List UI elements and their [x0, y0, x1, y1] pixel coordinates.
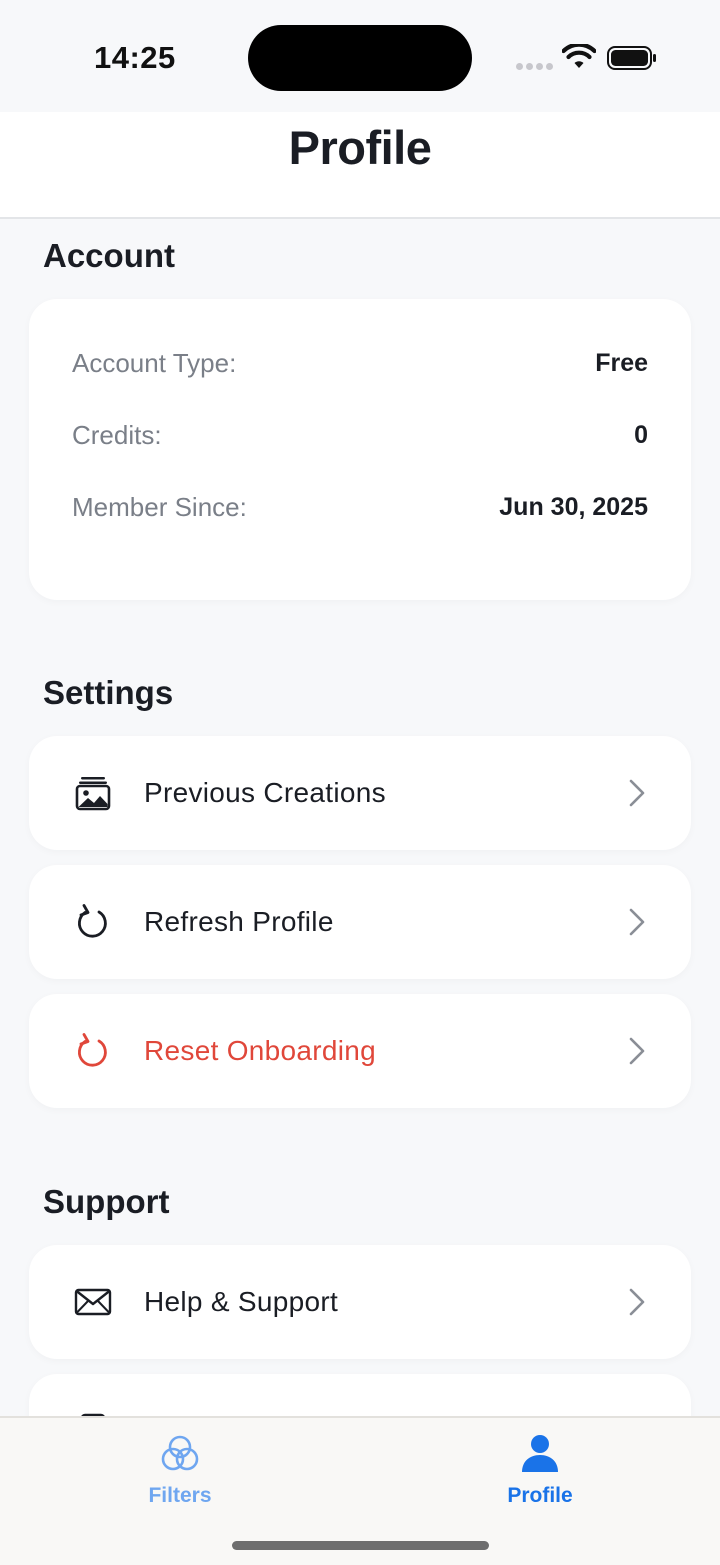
reset-onboarding-label: Reset Onboarding: [144, 1035, 377, 1066]
account-info-card: Account Type: Free Credits: 0 Member Sin…: [29, 299, 691, 600]
wifi-icon: [562, 44, 596, 68]
member-since-row: Member Since: Jun 30, 2025: [72, 487, 648, 527]
previous-creations-button[interactable]: Previous Creations: [29, 736, 691, 850]
member-since-value: Jun 30, 2025: [499, 492, 648, 521]
status-bar: 14:25: [0, 0, 720, 112]
nav-header: Profile: [0, 112, 720, 219]
dynamic-island: [248, 25, 472, 91]
person-icon: [522, 1435, 558, 1472]
refresh-profile-button[interactable]: Refresh Profile: [29, 865, 691, 979]
envelope-icon: [73, 1282, 113, 1322]
credits-row: Credits: 0: [72, 415, 648, 455]
account-type-value: Free: [595, 348, 648, 377]
tab-filters-label: Filters: [148, 1484, 212, 1507]
credits-value: 0: [634, 420, 648, 449]
tab-filters[interactable]: Filters: [90, 1432, 270, 1508]
refresh-icon: [73, 902, 113, 942]
scroll-content[interactable]: Account Account Type: Free Credits: 0 Me…: [0, 221, 720, 1417]
help-support-label: Help & Support: [144, 1286, 339, 1317]
account-section-title: Account: [43, 237, 175, 274]
reset-onboarding-button[interactable]: Reset Onboarding: [29, 994, 691, 1108]
account-type-row: Account Type: Free: [72, 343, 648, 383]
member-since-label: Member Since:: [72, 491, 247, 522]
page-title: Profile: [288, 121, 432, 174]
credits-label: Credits:: [72, 419, 162, 450]
settings-section-title: Settings: [43, 674, 174, 711]
refresh-profile-label: Refresh Profile: [144, 906, 334, 937]
support-item-partial[interactable]: [29, 1374, 691, 1417]
tab-profile-label: Profile: [507, 1484, 573, 1507]
status-time: 14:25: [94, 40, 176, 75]
profile-screen: 14:25 Profile Account Account Type: Free…: [0, 0, 720, 1565]
tab-profile[interactable]: Profile: [450, 1432, 630, 1508]
help-support-button[interactable]: Help & Support: [29, 1245, 691, 1359]
previous-creations-label: Previous Creations: [144, 777, 386, 808]
chevron-right-icon: [629, 1288, 645, 1316]
account-type-label: Account Type:: [72, 347, 237, 378]
filters-icon: [161, 1435, 199, 1471]
photo-stack-icon: [73, 773, 113, 813]
refresh-icon: [73, 1031, 113, 1071]
support-section-title: Support: [43, 1183, 170, 1220]
chevron-right-icon: [629, 1037, 645, 1065]
chevron-right-icon: [629, 908, 645, 936]
cellular-signal-icon: [516, 63, 553, 70]
chevron-right-icon: [629, 779, 645, 807]
home-indicator[interactable]: [232, 1541, 489, 1550]
battery-icon: [607, 46, 656, 70]
